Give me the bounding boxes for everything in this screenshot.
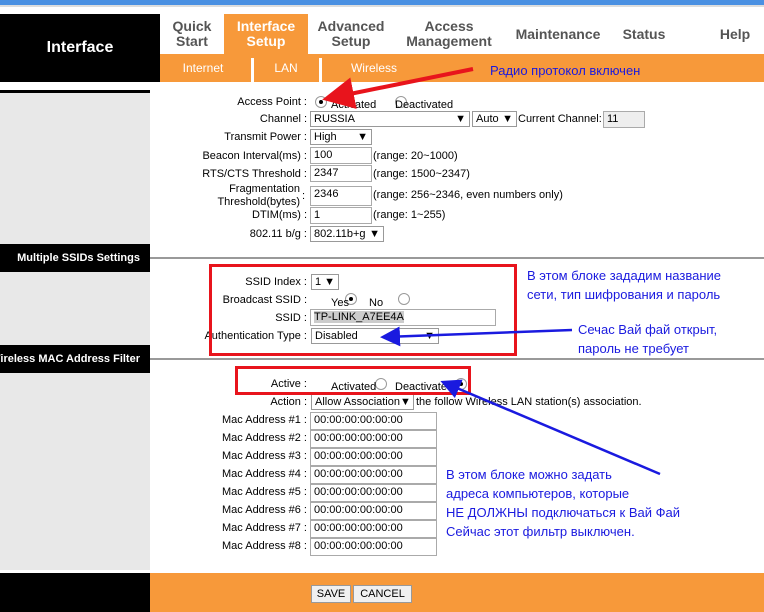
arrow-radio [322,67,474,109]
arrow-mac [440,379,661,476]
annotation-arrows [322,67,661,476]
arrow-auth [380,326,573,347]
